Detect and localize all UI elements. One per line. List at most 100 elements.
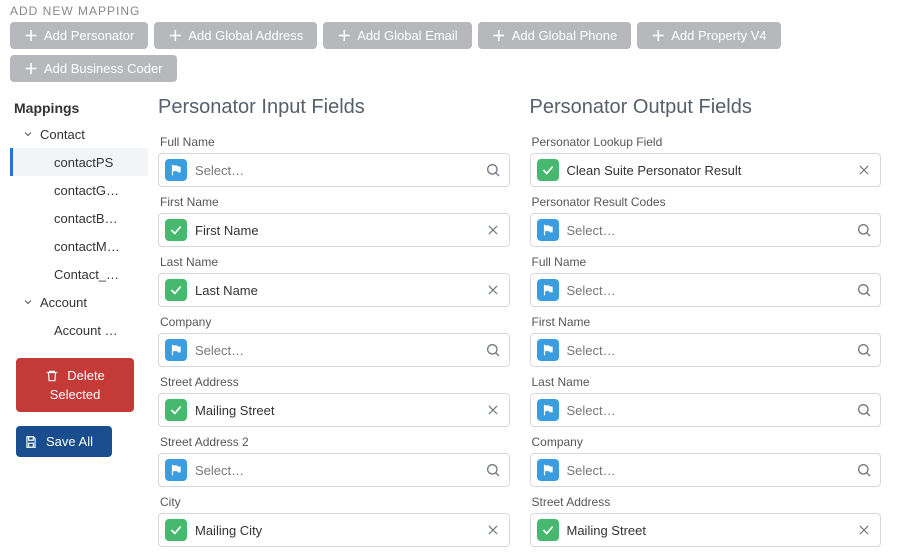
output-fields-column: Personator Output Fields Personator Look… [520, 90, 892, 547]
tree-group[interactable]: Contact [10, 120, 148, 148]
add-buttons-row: ＋Add Personator ＋Add Global Address ＋Add… [0, 20, 899, 90]
save-all-label: Save All [46, 434, 93, 449]
mappings-sidebar: Mappings ContactcontactPScontactG…contac… [8, 90, 148, 547]
lookup-input[interactable]: Mailing Street [158, 393, 510, 427]
lookup-value: Mailing Street [567, 523, 849, 538]
tree-item[interactable]: contactG… [10, 176, 148, 204]
field-label: Full Name [532, 255, 882, 269]
lookup-value: Select… [567, 223, 849, 238]
check-icon [537, 159, 559, 181]
add-global-address-button[interactable]: ＋Add Global Address [154, 22, 317, 49]
output-column-title: Personator Output Fields [530, 96, 882, 119]
check-icon [165, 279, 187, 301]
lookup-value: Select… [567, 403, 849, 418]
field-label: Street Address [160, 375, 510, 389]
lookup-value: Select… [195, 463, 477, 478]
add-property-v4-button[interactable]: ＋Add Property V4 [637, 22, 780, 49]
add-personator-button[interactable]: ＋Add Personator [10, 22, 148, 49]
tree-item-label: contactPS [54, 155, 113, 170]
tree-group[interactable]: Account [10, 288, 148, 316]
lookup-input[interactable]: Mailing City [158, 513, 510, 547]
search-icon [856, 342, 872, 358]
save-all-button[interactable]: Save All [16, 426, 112, 457]
field-label: Full Name [160, 135, 510, 149]
add-global-email-label: Add Global Email [357, 28, 457, 43]
lookup-value: Last Name [195, 283, 477, 298]
field-label: Company [160, 315, 510, 329]
lookup-input[interactable]: Select… [530, 273, 882, 307]
add-personator-label: Add Personator [44, 28, 134, 43]
add-global-phone-label: Add Global Phone [512, 28, 618, 43]
field-label: First Name [160, 195, 510, 209]
lookup-input[interactable]: First Name [158, 213, 510, 247]
search-icon [856, 222, 872, 238]
chevron-down-icon [22, 128, 34, 140]
trash-icon [45, 369, 59, 383]
record-icon [165, 339, 187, 361]
lookup-value: Select… [195, 163, 477, 178]
delete-selected-button[interactable]: Delete Selected [16, 358, 134, 412]
check-icon [165, 519, 187, 541]
add-business-coder-button[interactable]: ＋ Add Business Coder [10, 55, 177, 82]
check-icon [537, 519, 559, 541]
lookup-value: Select… [567, 463, 849, 478]
lookup-value: Select… [567, 283, 849, 298]
tree-item-label: contactM… [54, 239, 120, 254]
clear-icon[interactable] [485, 223, 501, 237]
chevron-down-icon [22, 296, 34, 308]
field-label: Last Name [532, 375, 882, 389]
clear-icon[interactable] [485, 283, 501, 297]
lookup-input[interactable]: Select… [530, 333, 882, 367]
lookup-value: Clean Suite Personator Result [567, 163, 849, 178]
mappings-title: Mappings [10, 98, 148, 120]
lookup-input[interactable]: Mailing Street [530, 513, 882, 547]
lookup-input[interactable]: Clean Suite Personator Result [530, 153, 882, 187]
add-global-phone-button[interactable]: ＋Add Global Phone [478, 22, 632, 49]
tree-item[interactable]: contactM… [10, 232, 148, 260]
add-property-v4-label: Add Property V4 [671, 28, 766, 43]
search-icon [856, 462, 872, 478]
add-business-coder-label: Add Business Coder [44, 61, 163, 76]
search-icon [856, 402, 872, 418]
delete-line2: Selected [50, 387, 101, 402]
lookup-input[interactable]: Select… [530, 393, 882, 427]
field-label: First Name [532, 315, 882, 329]
delete-line1: Delete [67, 368, 105, 383]
tree-item[interactable]: contactB… [10, 204, 148, 232]
tree-item[interactable]: Account … [10, 316, 148, 344]
record-icon [537, 219, 559, 241]
lookup-value: Mailing City [195, 523, 477, 538]
lookup-input[interactable]: Select… [530, 213, 882, 247]
search-icon [485, 462, 501, 478]
lookup-input[interactable]: Last Name [158, 273, 510, 307]
field-label: Street Address [532, 495, 882, 509]
search-icon [856, 282, 872, 298]
lookup-value: First Name [195, 223, 477, 238]
lookup-input[interactable]: Select… [158, 453, 510, 487]
add-global-email-button[interactable]: ＋Add Global Email [323, 22, 471, 49]
clear-icon[interactable] [485, 403, 501, 417]
lookup-input[interactable]: Select… [158, 153, 510, 187]
tree-item[interactable]: contactPS [10, 148, 148, 176]
field-label: Personator Lookup Field [532, 135, 882, 149]
lookup-input[interactable]: Select… [530, 453, 882, 487]
record-icon [537, 399, 559, 421]
tree-item-label: Account … [54, 323, 118, 338]
search-icon [485, 162, 501, 178]
record-icon [165, 159, 187, 181]
tree-item[interactable]: Contact_… [10, 260, 148, 288]
tree-group-label: Account [40, 295, 87, 310]
clear-icon[interactable] [856, 163, 872, 177]
clear-icon[interactable] [485, 523, 501, 537]
plus-icon: ＋ [24, 62, 38, 76]
mappings-tree: Contact contactPS contactG…contactB… contac… [10, 120, 148, 344]
clear-icon[interactable] [856, 523, 872, 537]
field-label: Last Name [160, 255, 510, 269]
field-label: City [160, 495, 510, 509]
lookup-value: Mailing Street [195, 403, 477, 418]
add-global-address-label: Add Global Address [188, 28, 303, 43]
record-icon [165, 459, 187, 481]
field-label: Street Address 2 [160, 435, 510, 449]
lookup-input[interactable]: Select… [158, 333, 510, 367]
section-header: ADD NEW MAPPING [0, 0, 899, 20]
